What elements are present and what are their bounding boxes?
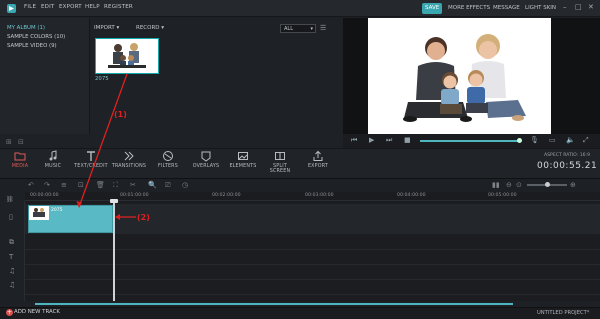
annotation-label-2: (2) [137, 213, 150, 222]
annotation-arrow-2-head [115, 214, 120, 220]
annotation-arrow-1 [78, 73, 128, 208]
annotation-label-1: (1) [114, 110, 127, 119]
annotation-overlay [76, 73, 136, 220]
